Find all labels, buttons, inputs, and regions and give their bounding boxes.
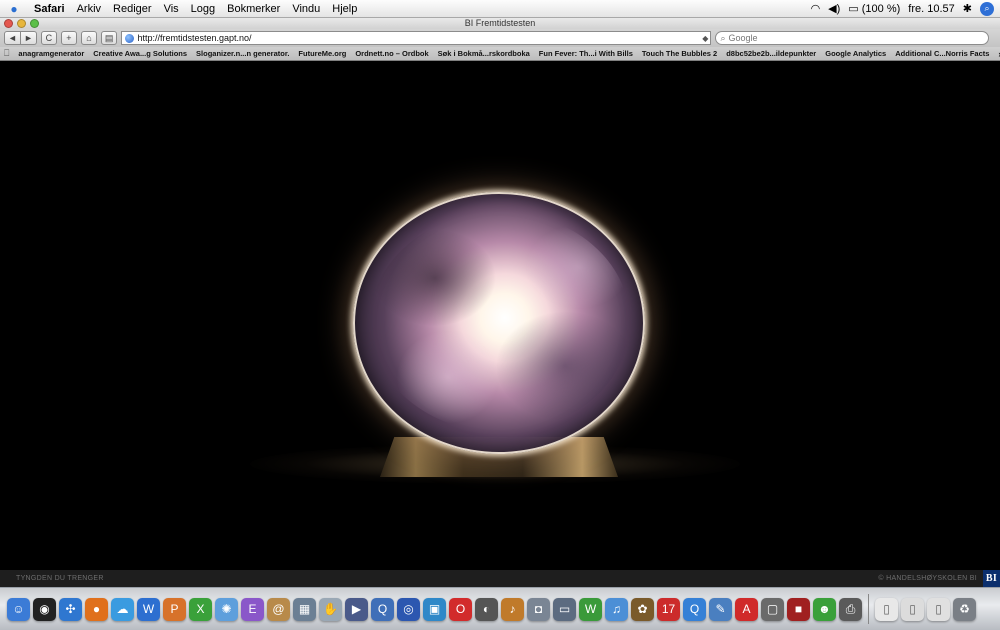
imovie-icon[interactable]: ▶	[345, 597, 368, 621]
bookmark-item[interactable]: Søk i Bokmå...rskordboka	[438, 49, 530, 58]
quicktime-q-icon[interactable]: Q	[683, 597, 706, 621]
iphoto-icon[interactable]: ▦	[293, 597, 316, 621]
photo-booth-icon[interactable]: ✋	[319, 597, 342, 621]
messenger-icon[interactable]: ☻	[813, 597, 836, 621]
menu-bar: ● Safari Arkiv Rediger Vis Logg Bokmerke…	[0, 0, 1000, 18]
url-text[interactable]: http://fremtidstesten.gapt.no/	[137, 33, 251, 43]
menu-app-safari[interactable]: Safari	[28, 3, 71, 15]
itunes-icon[interactable]: ◎	[397, 597, 420, 621]
footer-copyright: © HANDELSHØYSKOLEN BI	[878, 575, 977, 582]
network-icon[interactable]: ✺	[215, 597, 238, 621]
site-icon	[125, 33, 135, 43]
finder-icon[interactable]: ☺	[7, 597, 30, 621]
garageband-icon[interactable]: ♪	[501, 597, 524, 621]
address-bar[interactable]: http://fremtidstesten.gapt.no/ ◆	[121, 31, 712, 45]
battery-icon: ▭	[848, 3, 859, 15]
bookmark-item[interactable]: FutureMe.org	[298, 49, 346, 58]
window-title-bar: BI Fremtidstesten	[0, 18, 1000, 29]
home-button[interactable]: ⌂	[80, 31, 97, 45]
menu-vis[interactable]: Vis	[158, 3, 185, 15]
ical-icon[interactable]: 17	[657, 597, 680, 621]
printer-icon[interactable]: ⎙	[839, 597, 862, 621]
document-icon[interactable]: ▯	[875, 597, 898, 621]
photo-app-icon[interactable]: ■	[787, 597, 810, 621]
menu-hjelp[interactable]: Hjelp	[326, 3, 363, 15]
document-2-icon[interactable]: ▯	[901, 597, 924, 621]
bookmark-item[interactable]: Ordnett.no – Ordbok	[355, 49, 428, 58]
search-placeholder: Google	[728, 33, 758, 43]
search-icon: ⌕	[720, 32, 726, 43]
itunes-note-icon[interactable]: ♫	[605, 597, 628, 621]
battery-status[interactable]: ▭ (100 %)	[848, 2, 900, 15]
crystal-ball-mist	[370, 212, 630, 432]
menu-extras: ◠ ◀) ▭ (100 %) fre. 10.57 ✱ ⌕	[811, 1, 1000, 16]
menu-bokmerker[interactable]: Bokmerker	[221, 3, 286, 15]
quicktime-icon[interactable]: Q	[371, 597, 394, 621]
time-machine-icon[interactable]: ◐	[475, 597, 498, 621]
dock-separator	[868, 594, 869, 624]
opera-icon[interactable]: O	[449, 597, 472, 621]
reload-button[interactable]: C	[40, 31, 57, 45]
menu-clock[interactable]: fre. 10.57	[908, 3, 954, 15]
bookmark-item[interactable]: Touch The Bubbles 2	[642, 49, 717, 58]
footer-tagline: TYNGDEN DU TRENGER	[16, 575, 104, 582]
back-button[interactable]: ◄	[4, 31, 21, 45]
volume-icon[interactable]: ◀)	[828, 2, 840, 15]
firefox-icon[interactable]: ●	[85, 597, 108, 621]
show-all-bookmarks-icon[interactable]: ⎕	[4, 48, 9, 59]
bookmark-item[interactable]: Creative Awa...g Solutions	[93, 49, 187, 58]
image-capture-icon[interactable]: ◘	[527, 597, 550, 621]
bookmark-item[interactable]: Sloganizer.n...n generator.	[196, 49, 289, 58]
address-book-icon[interactable]: @	[267, 597, 290, 621]
wmv-icon[interactable]: W	[579, 597, 602, 621]
battery-percent: (100 %)	[861, 3, 901, 15]
menu-rediger[interactable]: Rediger	[107, 3, 158, 15]
word-icon[interactable]: W	[137, 597, 160, 621]
entourage-icon[interactable]: E	[241, 597, 264, 621]
safari-icon[interactable]: ✣	[59, 597, 82, 621]
excel-icon[interactable]: X	[189, 597, 212, 621]
bluetooth-icon[interactable]: ✱	[963, 2, 972, 15]
dashboard-icon[interactable]: ◉	[33, 597, 56, 621]
bookmark-item[interactable]: d8bc52be2b...ildepunkter	[726, 49, 816, 58]
document-3-icon[interactable]: ▯	[927, 597, 950, 621]
bookmark-item[interactable]: Additional C...Norris Facts	[895, 49, 989, 58]
snapback-icon[interactable]: ◆	[702, 34, 708, 43]
menu-logg[interactable]: Logg	[185, 3, 221, 15]
wifi-icon[interactable]: ◠	[811, 2, 821, 15]
apple-menu-icon[interactable]: ●	[0, 2, 28, 16]
automator-icon[interactable]: ✿	[631, 597, 654, 621]
bookmark-item[interactable]: Google Analytics	[825, 49, 886, 58]
spotlight-icon[interactable]: ⌕	[980, 1, 994, 16]
menu-arkiv[interactable]: Arkiv	[71, 3, 107, 15]
preview-icon[interactable]: ▢	[761, 597, 784, 621]
forward-button[interactable]: ►	[20, 31, 37, 45]
browser-toolbar: ◄ ► C + ⌂ ▤ http://fremtidstesten.gapt.n…	[0, 29, 1000, 47]
menu-vindu[interactable]: Vindu	[286, 3, 326, 15]
mail-icon[interactable]: ✎	[709, 597, 732, 621]
window-title: BI Fremtidstesten	[464, 18, 536, 28]
bi-logo[interactable]: BI	[983, 570, 1000, 587]
keynote-icon[interactable]: ▭	[553, 597, 576, 621]
dock: ☺ ◉ ✣ ● ☁ W P X ✺ E @ ▦ ✋ ▶ Q ◎ ▣ O ◐ ♪ ◘ ▭ W ♫ ✿ 17 Q ✎ A ▢ ■ ☻ ⎙ ▯ ▯ ▯ ♻	[0, 587, 1000, 630]
trash-icon[interactable]: ♻	[953, 597, 976, 621]
bookmark-item[interactable]: anagramgenerator	[18, 49, 84, 58]
search-field[interactable]: ⌕ Google	[715, 31, 990, 45]
powerpoint-icon[interactable]: P	[163, 597, 186, 621]
ichat-icon[interactable]: ☁	[111, 597, 134, 621]
dvd-player-icon[interactable]: ▣	[423, 597, 446, 621]
acrobat-icon[interactable]: A	[735, 597, 758, 621]
nav-buttons: ◄ ►	[4, 31, 37, 45]
print-button[interactable]: ▤	[100, 31, 118, 45]
bookmark-item[interactable]: Fun Fever: Th...i With Bills	[539, 49, 633, 58]
web-content	[0, 62, 1000, 570]
bookmarks-bar: ⎕ anagramgenerator Creative Awa...g Solu…	[0, 47, 1000, 61]
add-bookmark-button[interactable]: +	[60, 31, 77, 45]
site-footer: TYNGDEN DU TRENGER © HANDELSHØYSKOLEN BI…	[0, 570, 1000, 587]
